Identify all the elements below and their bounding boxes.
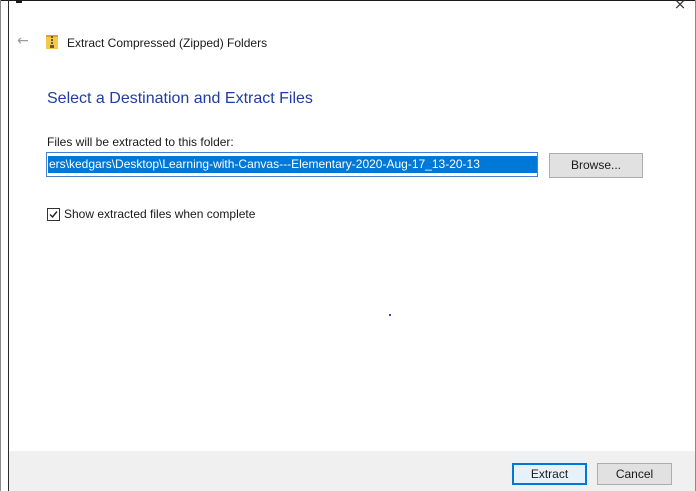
progress-dot bbox=[389, 314, 391, 316]
zip-folder-icon bbox=[46, 35, 58, 49]
dialog-footer: Extract Cancel bbox=[9, 451, 695, 491]
show-files-checkbox-label: Show extracted files when complete bbox=[64, 207, 256, 221]
close-icon[interactable]: × bbox=[668, 0, 692, 14]
window-frame-notch bbox=[16, 0, 22, 3]
extract-button[interactable]: Extract bbox=[512, 463, 587, 485]
window-frame-left bbox=[8, 0, 9, 491]
destination-path-value: ers\kedgars\Desktop\Learning-with-Canvas… bbox=[48, 156, 537, 173]
extract-dialog: × ← Extract Compressed (Zipped) Folders … bbox=[0, 0, 696, 491]
window-title: Extract Compressed (Zipped) Folders bbox=[67, 36, 268, 50]
show-files-checkbox[interactable] bbox=[47, 207, 60, 221]
window-frame-top bbox=[0, 0, 696, 1]
browse-button[interactable]: Browse... bbox=[549, 153, 643, 178]
destination-path-input[interactable]: ers\kedgars\Desktop\Learning-with-Canvas… bbox=[46, 152, 538, 177]
window-frame-left-outer bbox=[0, 0, 1, 491]
page-heading: Select a Destination and Extract Files bbox=[47, 90, 313, 107]
destination-label: Files will be extracted to this folder: bbox=[47, 135, 234, 149]
back-arrow-icon[interactable]: ← bbox=[17, 33, 29, 49]
show-files-checkbox-row[interactable]: Show extracted files when complete bbox=[47, 206, 255, 222]
cancel-button[interactable]: Cancel bbox=[597, 463, 672, 485]
checkmark-icon bbox=[49, 210, 58, 218]
